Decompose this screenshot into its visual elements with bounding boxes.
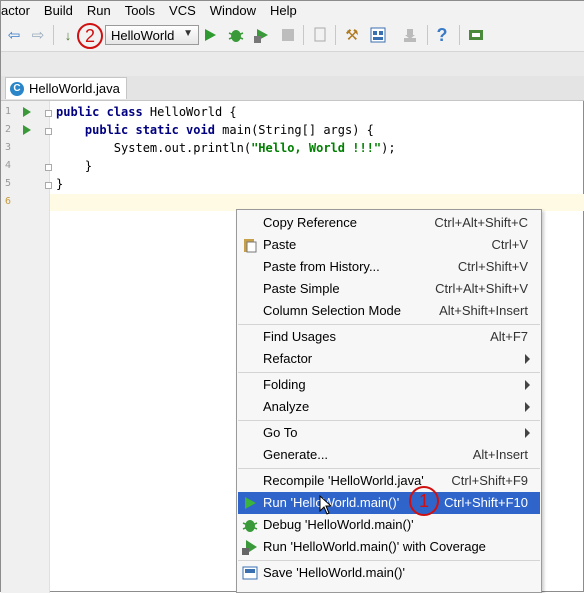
fold-icon[interactable] — [45, 164, 52, 171]
sdk-download-icon[interactable] — [401, 26, 419, 44]
code-line[interactable]: public static void main(String[] args) { — [56, 123, 374, 137]
run-icon[interactable] — [201, 26, 219, 44]
annotation-step-1: 1 — [409, 486, 439, 516]
code-line[interactable]: } — [56, 177, 63, 191]
fold-icon[interactable] — [45, 128, 52, 135]
submenu-arrow-icon — [525, 380, 530, 390]
menu-item-paste[interactable]: Paste Ctrl+V — [238, 234, 540, 256]
menu-item-paste-from-history[interactable]: Paste from History... Ctrl+Shift+V — [238, 256, 540, 278]
menu-run[interactable]: Run — [79, 1, 117, 21]
toolbar-separator — [53, 25, 54, 45]
menu-item-find-usages[interactable]: Find Usages Alt+F7 — [238, 326, 540, 348]
menu-item-run-with-coverage[interactable]: Run 'HelloWorld.main()' with Coverage — [238, 536, 540, 558]
line-number: 2 — [5, 124, 12, 135]
menu-item-debug-main[interactable]: Debug 'HelloWorld.main()' — [238, 514, 540, 536]
menu-bar: actor Build Run Tools VCS Window Help — [1, 1, 584, 21]
project-structure-icon[interactable] — [369, 26, 387, 44]
run-icon — [242, 495, 258, 511]
menu-item-copy-reference[interactable]: Copy Reference Ctrl+Alt+Shift+C — [238, 212, 540, 234]
chevron-down-icon: ▼ — [183, 28, 193, 39]
make-icon[interactable]: ↓ — [59, 26, 77, 44]
menu-window[interactable]: Window — [202, 1, 262, 21]
debug-icon — [242, 517, 258, 533]
stop-icon[interactable] — [279, 26, 297, 44]
toolbar-separator — [303, 25, 304, 45]
line-number: 4 — [5, 160, 12, 171]
editor-gutter — [1, 101, 50, 593]
menu-item-column-selection-mode[interactable]: Column Selection Mode Alt+Shift+Insert — [238, 300, 540, 322]
run-gutter-icon[interactable] — [23, 107, 31, 117]
toolbar-separator — [335, 25, 336, 45]
settings-icon[interactable]: ⚒ — [343, 26, 361, 44]
mouse-cursor-icon — [319, 495, 333, 515]
menu-vcs[interactable]: VCS — [161, 1, 202, 21]
annotation-step-2: 2 — [77, 23, 103, 49]
menu-item-folding[interactable]: Folding — [238, 374, 540, 396]
menu-separator — [238, 420, 540, 421]
forward-icon[interactable]: ⇨ — [29, 26, 47, 44]
toolbar-separator — [427, 25, 428, 45]
debug-icon[interactable] — [227, 26, 245, 44]
menu-separator — [238, 372, 540, 373]
fold-icon[interactable] — [45, 110, 52, 117]
menu-separator — [238, 468, 540, 469]
java-class-icon: C — [10, 81, 24, 96]
tab-helloworld-java[interactable]: C HelloWorld.java — [5, 77, 127, 99]
back-icon[interactable]: ⇦ — [5, 26, 23, 44]
menu-separator — [238, 560, 540, 561]
run-gutter-icon[interactable] — [23, 125, 31, 135]
coverage-icon — [242, 539, 258, 555]
help-icon[interactable]: ? — [433, 25, 451, 45]
menu-item-generate[interactable]: Generate... Alt+Insert — [238, 444, 540, 466]
menu-item-analyze[interactable]: Analyze — [238, 396, 540, 418]
sdk-icon[interactable] — [467, 26, 485, 44]
menu-help[interactable]: Help — [262, 1, 303, 21]
code-line[interactable]: } — [56, 159, 92, 173]
save-icon — [242, 565, 258, 581]
run-configuration-label: HelloWorld — [111, 27, 175, 43]
menu-item-save-main[interactable]: Save 'HelloWorld.main()' — [238, 562, 540, 584]
line-number: 5 — [5, 178, 12, 189]
submenu-arrow-icon — [525, 428, 530, 438]
menu-separator — [238, 324, 540, 325]
menu-tools[interactable]: Tools — [117, 1, 161, 21]
menu-item-paste-simple[interactable]: Paste Simple Ctrl+Alt+Shift+V — [238, 278, 540, 300]
coverage-icon[interactable] — [253, 26, 271, 44]
clipboard-icon — [242, 237, 258, 253]
menu-item-go-to[interactable]: Go To — [238, 422, 540, 444]
editor-context-menu: Copy Reference Ctrl+Alt+Shift+C Paste Ctrl… — [236, 209, 542, 593]
line-number: 3 — [5, 142, 12, 153]
tab-label: HelloWorld.java — [29, 81, 120, 96]
line-number: 1 — [5, 106, 12, 117]
submenu-arrow-icon — [525, 354, 530, 364]
menu-item-refactor[interactable]: Refactor — [238, 348, 540, 370]
menu-build[interactable]: Build — [36, 1, 79, 21]
code-line[interactable]: public class HelloWorld { — [56, 105, 237, 119]
submenu-arrow-icon — [525, 402, 530, 412]
project-icon[interactable] — [311, 26, 329, 44]
menu-refactor[interactable]: actor — [1, 1, 36, 21]
code-line[interactable]: System.out.println("Hello, World !!!"); — [56, 141, 396, 155]
menu-item-recompile[interactable]: Recompile 'HelloWorld.java' Ctrl+Shift+F9 — [238, 470, 540, 492]
line-number: 6 — [5, 196, 12, 207]
fold-icon[interactable] — [45, 182, 52, 189]
navigation-bar — [1, 52, 584, 76]
run-configuration-select[interactable]: HelloWorld ▼ — [105, 25, 199, 45]
toolbar-separator — [459, 25, 460, 45]
menu-item-run-main[interactable]: Run 'HelloWorld.main()' Ctrl+Shift+F10 — [238, 492, 540, 514]
